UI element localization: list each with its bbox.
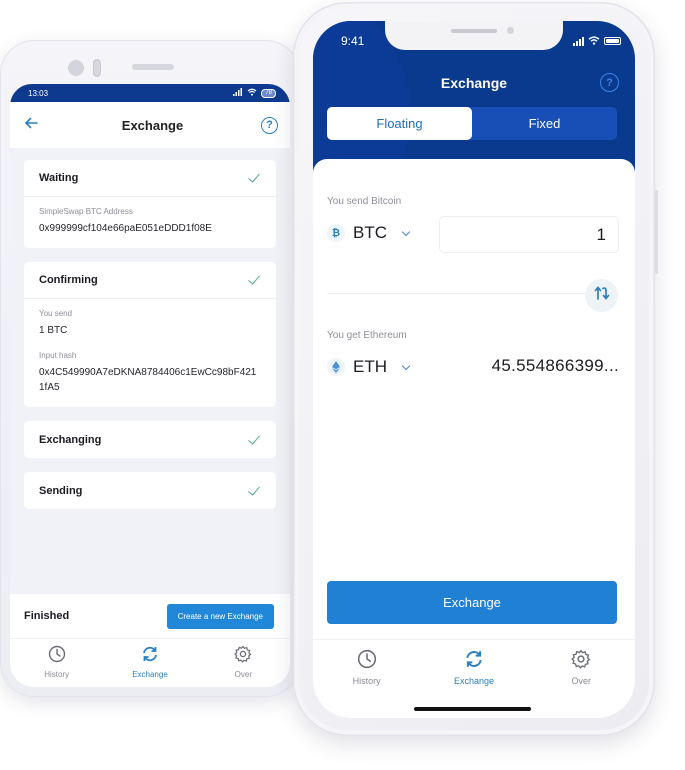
tab-label: History [352, 676, 381, 686]
signal-icon [233, 88, 243, 98]
bottom-tab-bar: History Exchange Over [10, 638, 290, 684]
refresh-icon [464, 649, 484, 674]
step-card-waiting: Waiting SimpleSwap BTC Address 0x999999c… [24, 160, 276, 248]
tab-over[interactable]: Over [203, 645, 283, 679]
input-hash-value: 0x4C549990A7eDKNA8784406c1EwCc98bF4211fA… [39, 367, 257, 393]
front-camera [68, 60, 84, 76]
clock-icon [48, 645, 66, 668]
side-button [655, 190, 658, 274]
status-bar: 13:03 78 [10, 84, 290, 102]
android-screen: 13:03 78 Exchange ? Waiting SimpleSwap B… [10, 84, 290, 687]
finished-bar: Finished Create a new Exchange [10, 594, 290, 638]
tab-history[interactable]: History [17, 645, 97, 679]
step-card-exchanging: Exchanging [24, 421, 276, 458]
page-title: Exchange [440, 75, 508, 91]
status-time: 9:41 [341, 34, 365, 48]
exchange-form: You send Bitcoin ₿ BTC You get Ethereum … [313, 159, 635, 639]
wifi-icon [588, 34, 600, 48]
send-label: You send Bitcoin [327, 196, 402, 207]
tab-floating[interactable]: Floating [327, 107, 472, 140]
status-time: 13:03 [28, 88, 49, 98]
arrow-left-icon[interactable] [24, 116, 44, 134]
battery-indicator: 78 [261, 88, 276, 98]
exchange-steps: Waiting SimpleSwap BTC Address 0x999999c… [10, 148, 290, 509]
android-nav-bar [10, 684, 290, 687]
status-bar: 9:41 [313, 21, 635, 61]
iphone-screen: 9:41 Exchange ? Floating Fixed You send … [313, 21, 635, 718]
step-title: Confirming [39, 274, 98, 286]
get-coin-select[interactable]: ETH [327, 357, 411, 377]
step-title: Exchanging [39, 433, 102, 446]
gear-icon [571, 649, 591, 674]
exchange-button[interactable]: Exchange [327, 581, 617, 624]
gear-icon [234, 645, 252, 668]
chevron-down-icon [401, 361, 411, 370]
ethereum-icon [327, 358, 345, 376]
get-label: You get Ethereum [327, 330, 407, 341]
signal-icon [573, 36, 584, 46]
swap-currencies-button[interactable] [585, 279, 618, 312]
bottom-tab-bar: History Exchange Over [313, 639, 635, 691]
check-icon [248, 273, 262, 287]
page-title: Exchange [121, 117, 184, 133]
clock-icon [357, 649, 377, 674]
get-coin-code: ETH [353, 357, 387, 376]
btc-address-value: 0x999999cf104e66paE051eDDD1f08E [39, 223, 212, 234]
field-label: SimpleSwap BTC Address [39, 207, 133, 216]
send-amount-input[interactable] [439, 216, 619, 253]
check-icon [248, 171, 262, 185]
battery-icon [604, 37, 621, 45]
step-title: Waiting [39, 172, 79, 184]
finished-label: Finished [24, 610, 70, 622]
bitcoin-icon: ₿ [327, 224, 345, 242]
tab-label: Exchange [132, 669, 168, 679]
send-amount-value: 1 BTC [39, 325, 68, 336]
tab-label: Over [234, 669, 252, 679]
question-circle-icon[interactable]: ? [260, 116, 278, 134]
tab-label: Exchange [453, 676, 494, 686]
wifi-icon [247, 88, 257, 98]
divider [327, 293, 595, 294]
swap-arrows-icon [594, 285, 610, 306]
step-title: Sending [39, 484, 83, 497]
tab-exchange[interactable]: Exchange [110, 645, 190, 679]
step-card-confirming: Confirming You send 1 BTC Input hash 0x4… [24, 262, 276, 407]
tab-exchange[interactable]: Exchange [434, 649, 514, 686]
chevron-down-icon [401, 227, 411, 236]
tab-over[interactable]: Over [541, 649, 621, 686]
field-label: You send [39, 309, 73, 318]
tab-fixed[interactable]: Fixed [472, 107, 617, 140]
check-icon [248, 484, 262, 498]
create-new-exchange-button[interactable]: Create a new Exchange [166, 603, 274, 629]
send-coin-select[interactable]: ₿ BTC [327, 223, 411, 243]
tab-label: History [44, 669, 70, 679]
earpiece-speaker [132, 64, 174, 70]
refresh-icon [141, 645, 159, 668]
send-coin-code: BTC [353, 223, 387, 242]
step-card-sending: Sending [24, 472, 276, 509]
iphone-mockup: 9:41 Exchange ? Floating Fixed You send … [293, 2, 658, 736]
home-indicator[interactable] [414, 707, 531, 711]
android-phone-mockup: 13:03 78 Exchange ? Waiting SimpleSwap B… [0, 40, 300, 697]
question-circle-icon[interactable]: ? [600, 73, 619, 92]
app-header: Exchange ? [10, 102, 290, 148]
proximity-sensor [93, 59, 101, 77]
get-amount-value: 45.554866399... [491, 356, 619, 375]
rate-type-toggle: Floating Fixed [327, 107, 617, 140]
tab-history[interactable]: History [327, 649, 407, 686]
check-icon [248, 433, 262, 447]
tab-label: Over [571, 676, 592, 686]
field-label: Input hash [39, 351, 77, 360]
